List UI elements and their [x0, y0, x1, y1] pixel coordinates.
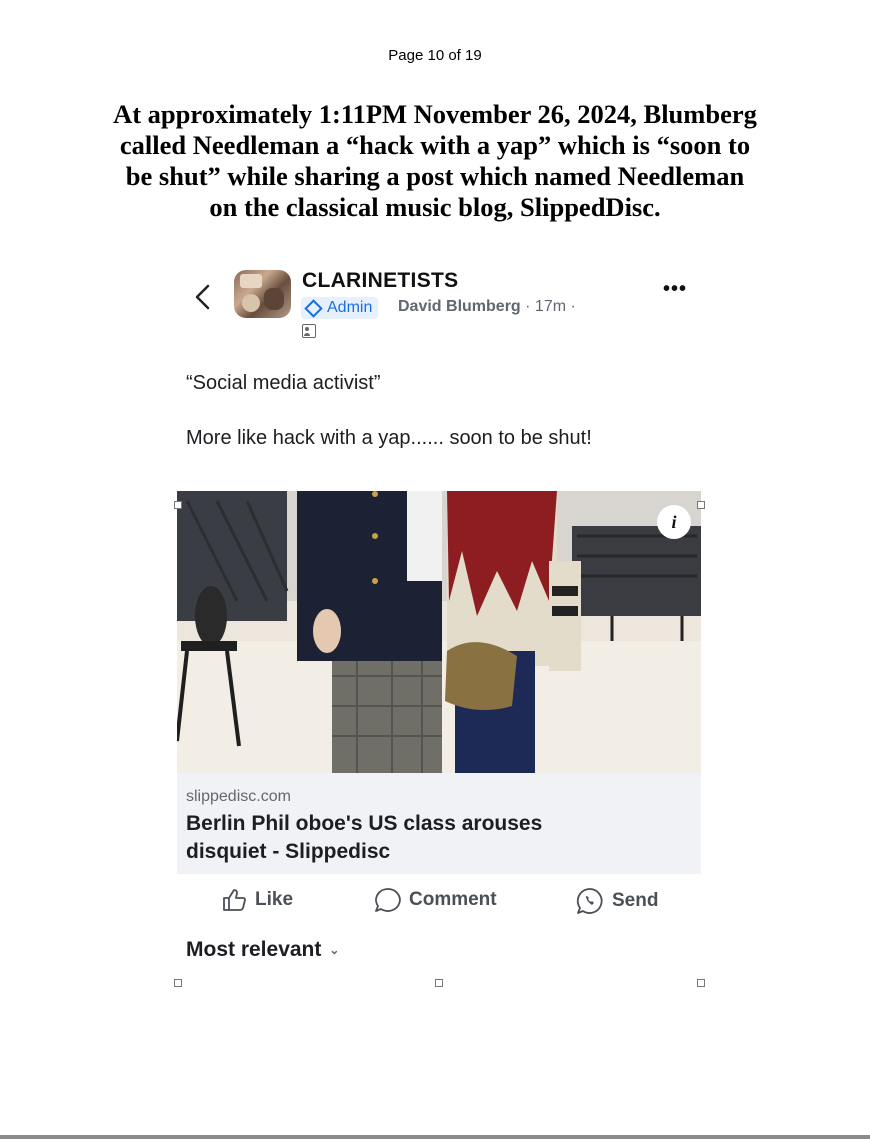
heading-line: At approximately 1:11PM November 26, 202… [113, 99, 757, 129]
whatsapp-send-icon [576, 888, 603, 914]
chevron-left-icon [195, 284, 210, 310]
page-number: Page 10 of 19 [388, 47, 482, 64]
page-bottom-rule [0, 1135, 870, 1139]
send-label: Send [612, 890, 659, 911]
thumbs-up-icon [223, 889, 246, 911]
like-button[interactable]: Like [221, 887, 293, 913]
diamond-icon [304, 298, 323, 318]
comment-sort-dropdown[interactable]: Most relevant ⌄ [186, 938, 339, 962]
group-avatar[interactable] [234, 270, 291, 318]
chevron-down-icon: ⌄ [329, 943, 340, 958]
resize-handle[interactable] [174, 501, 182, 509]
link-preview-image[interactable]: i [177, 491, 701, 773]
resize-handle[interactable] [174, 979, 182, 987]
author-meta: David Blumberg · 17m · [398, 298, 576, 316]
post-actions-bar: Like Comment Send [177, 887, 701, 921]
photo-illustration [177, 491, 701, 773]
more-horizontal-icon: ••• [662, 278, 687, 300]
resize-handle[interactable] [435, 979, 443, 987]
author-name[interactable]: David Blumberg [398, 298, 521, 315]
group-members-icon [302, 324, 316, 338]
post-time: · 17m · [525, 298, 576, 315]
admin-badge: Admin [301, 297, 379, 319]
admin-badge-label: Admin [327, 299, 373, 316]
link-title-line: disquiet - Slippedisc [186, 840, 391, 863]
resize-handle[interactable] [697, 501, 705, 509]
like-label: Like [255, 889, 294, 910]
heading-line: called Needleman a “hack with a yap” whi… [119, 130, 751, 160]
more-options-button[interactable]: ••• [663, 279, 687, 299]
page-heading: At approximately 1:11PM November 26, 202… [70, 99, 800, 223]
resize-handle[interactable] [697, 979, 705, 987]
info-button[interactable]: i [657, 505, 691, 539]
sort-label: Most relevant [186, 938, 322, 961]
group-avatar-detail [240, 274, 262, 288]
link-title-line: Berlin Phil oboe's US class arouses [186, 812, 543, 835]
group-avatar-detail [264, 288, 284, 310]
post-text-line: “Social media activist” [186, 372, 381, 394]
embedded-post-screenshot: CLARINETISTS Admin David Blumberg · 17m … [177, 262, 701, 982]
link-domain: slippedisc.com [186, 788, 291, 805]
group-name[interactable]: CLARINETISTS [302, 269, 458, 293]
link-preview-card[interactable]: slippedisc.com Berlin Phil oboe's US cla… [177, 773, 701, 874]
group-avatar-detail [242, 294, 260, 312]
back-button[interactable] [191, 280, 215, 314]
post-text-line: More like hack with a yap...... soon to … [186, 427, 592, 449]
link-title: Berlin Phil oboe's US class arouses disq… [186, 810, 666, 866]
send-button[interactable]: Send [576, 887, 658, 915]
heading-line: on the classical music blog, SlippedDisc… [209, 192, 661, 222]
heading-line: be shut” while sharing a post which name… [125, 161, 745, 191]
comment-button[interactable]: Comment [373, 887, 497, 913]
comment-label: Comment [409, 889, 497, 910]
comment-bubble-icon [375, 888, 401, 912]
